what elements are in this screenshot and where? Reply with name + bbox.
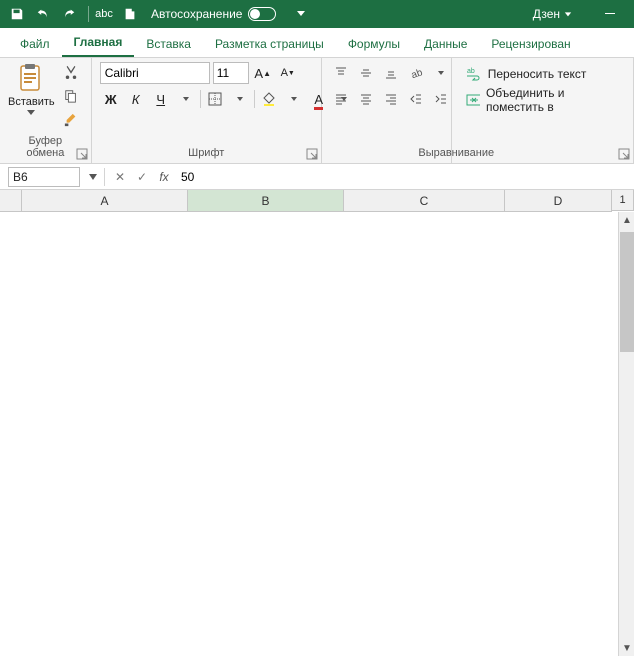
paste-label: Вставить xyxy=(8,96,55,108)
group-font-label: Шрифт xyxy=(100,147,313,161)
ribbon: Вставить Буфер обмена A▲ A▼ Ж К Ч xyxy=(0,58,634,164)
align-middle-button[interactable] xyxy=(355,62,377,84)
borders-dropdown[interactable] xyxy=(229,88,251,110)
qat-dropdown[interactable] xyxy=(290,3,312,25)
tab-insert[interactable]: Вставка xyxy=(134,31,203,57)
spellcheck-button[interactable]: abc xyxy=(93,3,115,25)
font-launcher[interactable] xyxy=(306,148,318,160)
format-painter-button[interactable] xyxy=(61,110,81,130)
underline-dropdown[interactable] xyxy=(175,88,197,110)
autosave-label: Автосохранение xyxy=(151,7,242,21)
svg-text:ab: ab xyxy=(410,67,423,80)
redo-button[interactable] xyxy=(58,3,80,25)
user-label: Дзен xyxy=(533,7,560,21)
save-button[interactable] xyxy=(6,3,28,25)
fill-color-button[interactable] xyxy=(258,88,280,110)
borders-button[interactable] xyxy=(204,88,226,110)
copy-button[interactable] xyxy=(61,86,81,106)
tab-file[interactable]: Файл xyxy=(8,31,62,57)
formula-input[interactable] xyxy=(175,167,634,187)
select-all-corner[interactable] xyxy=(0,190,22,212)
clipboard-launcher[interactable] xyxy=(76,148,88,160)
cut-button[interactable] xyxy=(61,62,81,82)
wrap-text-button[interactable]: ab Переносить текст xyxy=(460,62,593,86)
enter-formula-button[interactable]: ✓ xyxy=(131,166,153,188)
wrap-text-icon: ab xyxy=(466,66,482,82)
group-clipboard-label: Буфер обмена xyxy=(8,135,83,161)
scroll-thumb[interactable] xyxy=(620,232,634,352)
vertical-scrollbar[interactable]: ▲ ▼ xyxy=(618,212,634,656)
col-header-B[interactable]: B xyxy=(188,190,344,212)
autosave-toggle[interactable]: Автосохранение xyxy=(151,7,276,21)
cancel-formula-button[interactable]: ✕ xyxy=(109,166,131,188)
align-left-button[interactable] xyxy=(330,88,352,110)
group-font: A▲ A▼ Ж К Ч A Шрифт xyxy=(92,58,322,163)
group-alignment-buttons: ab Выравнивание xyxy=(322,58,452,163)
align-bottom-button[interactable] xyxy=(380,62,402,84)
svg-text:ab: ab xyxy=(467,68,475,75)
name-box[interactable]: B6 xyxy=(8,167,80,187)
italic-button[interactable]: К xyxy=(125,88,147,110)
row-header-1[interactable]: 1 xyxy=(612,190,634,211)
col-header-A[interactable]: A xyxy=(22,190,188,212)
align-center-button[interactable] xyxy=(355,88,377,110)
fill-color-dropdown[interactable] xyxy=(283,88,305,110)
font-size-select[interactable] xyxy=(213,62,249,84)
col-header-C[interactable]: C xyxy=(344,190,505,212)
formula-bar: B6 ✕ ✓ fx xyxy=(0,164,634,190)
col-header-D[interactable]: D xyxy=(505,190,612,212)
tab-review[interactable]: Рецензирован xyxy=(479,31,582,57)
underline-button[interactable]: Ч xyxy=(150,88,172,110)
insert-function-button[interactable]: fx xyxy=(153,166,175,188)
merge-center-button[interactable]: Объединить и поместить в xyxy=(460,88,625,112)
group-wrap-merge: ab Переносить текст Объединить и помести… xyxy=(452,58,634,163)
increase-indent-button[interactable] xyxy=(430,88,452,110)
scroll-up-button[interactable]: ▲ xyxy=(619,212,634,228)
shrink-font-button[interactable]: A▼ xyxy=(277,62,299,84)
decrease-indent-button[interactable] xyxy=(405,88,427,110)
titlebar: abc Автосохранение Дзен xyxy=(0,0,634,28)
orientation-button[interactable]: ab xyxy=(405,62,427,84)
wrap-text-label: Переносить текст xyxy=(488,67,587,81)
group-clipboard: Вставить Буфер обмена xyxy=(0,58,92,163)
align-top-button[interactable] xyxy=(330,62,352,84)
alignment-launcher[interactable] xyxy=(618,148,630,160)
autosave-switch-icon[interactable] xyxy=(248,7,276,21)
merge-label: Объединить и поместить в xyxy=(486,86,619,114)
align-right-button[interactable] xyxy=(380,88,402,110)
name-box-value: B6 xyxy=(13,170,28,184)
orientation-dropdown[interactable] xyxy=(430,62,452,84)
font-name-select[interactable] xyxy=(100,62,210,84)
minimize-button[interactable] xyxy=(592,0,628,28)
new-sheet-button[interactable] xyxy=(119,3,141,25)
scroll-down-button[interactable]: ▼ xyxy=(619,640,634,656)
tab-formulas[interactable]: Формулы xyxy=(336,31,412,57)
paste-button[interactable]: Вставить xyxy=(8,62,55,115)
sheet-area: ABCD1ГородКоличествоименование2Ярославль… xyxy=(0,190,634,656)
grow-font-button[interactable]: A▲ xyxy=(252,62,274,84)
name-box-dropdown[interactable] xyxy=(86,174,100,180)
undo-button[interactable] xyxy=(32,3,54,25)
merge-icon xyxy=(466,92,480,108)
ribbon-tabs: Файл Главная Вставка Разметка страницы Ф… xyxy=(0,28,634,58)
tab-pagelayout[interactable]: Разметка страницы xyxy=(203,31,336,57)
tab-data[interactable]: Данные xyxy=(412,31,479,57)
user-menu[interactable]: Дзен xyxy=(533,7,572,21)
tab-home[interactable]: Главная xyxy=(62,29,135,57)
bold-button[interactable]: Ж xyxy=(100,88,122,110)
